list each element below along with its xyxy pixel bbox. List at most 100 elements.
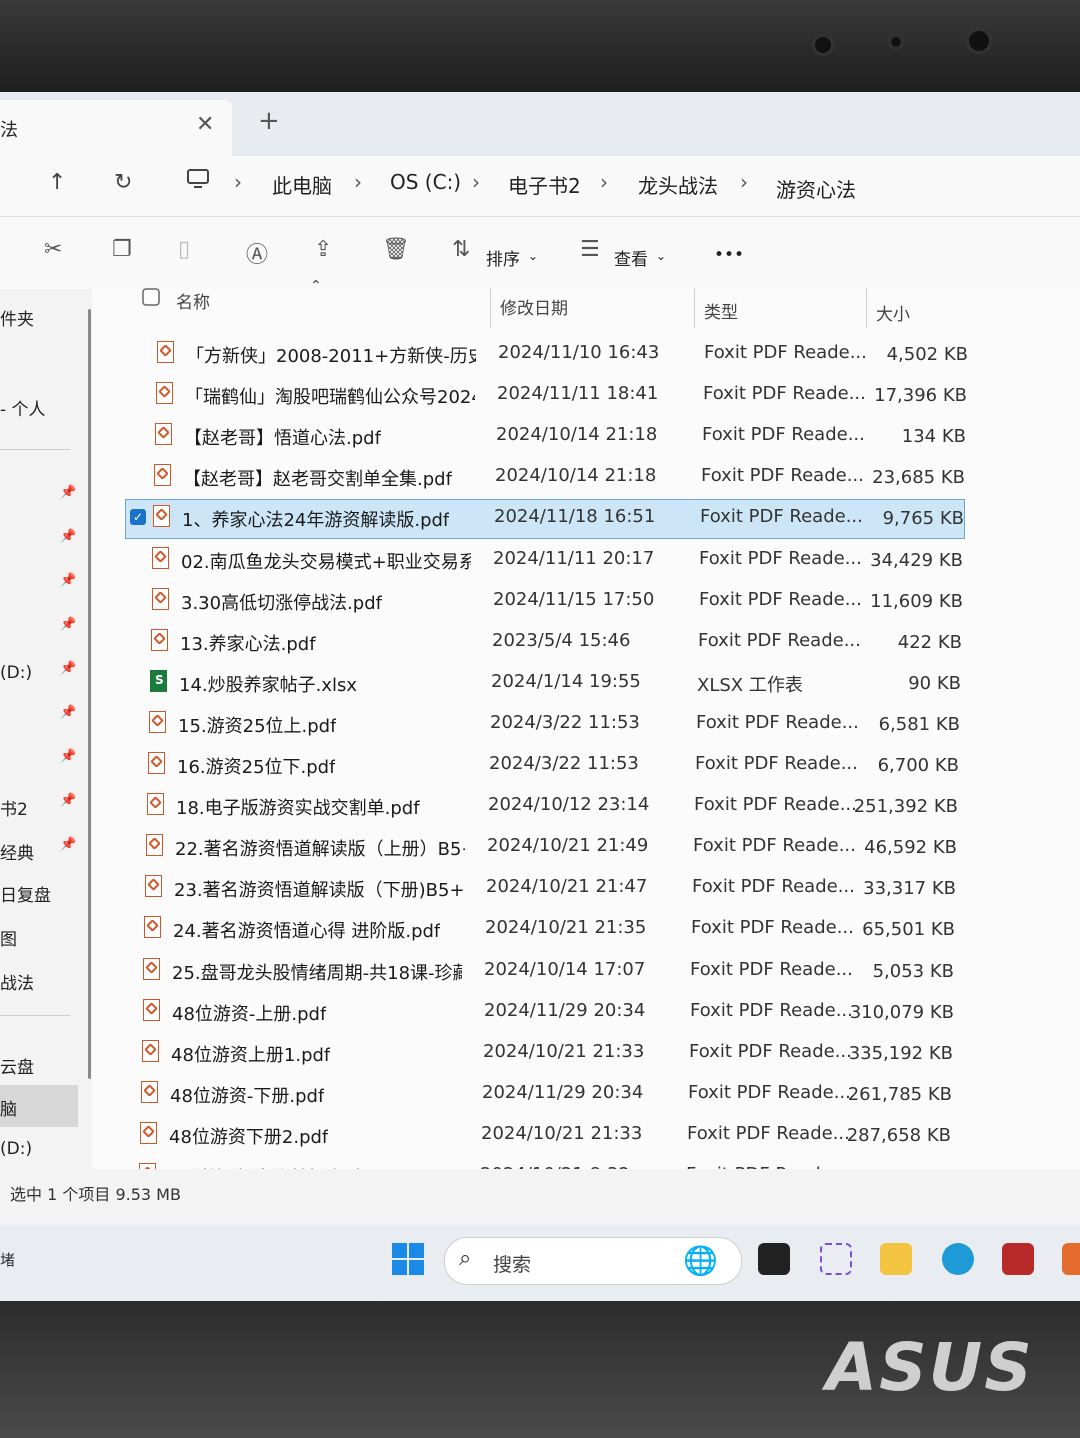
file-row[interactable]: 15.游资25位上.pdf 2024/3/22 11:53 Foxit PDF Re… [0, 706, 1072, 747]
share-icon[interactable]: ⇪ [314, 237, 332, 262]
chevron-right-icon: › [234, 170, 242, 194]
pdf-file-icon [157, 341, 174, 363]
file-row[interactable]: 02.南瓜鱼龙头交易模式+职业交易系... 2024/11/11 20:17 Fox… [0, 542, 1075, 583]
command-bar: ✂ ❐ ▯ Ⓐ ⇪ 🗑 ⇅ 排序 ⌄ ☰ 查看 ⌄ ••• [0, 216, 1080, 290]
file-name[interactable]: 13.养家心法.pdf [180, 630, 316, 656]
chevron-down-icon: ⌄ [656, 249, 667, 263]
row-checkbox[interactable]: ✓ [130, 509, 146, 526]
file-date: 2024/11/29 20:34 [482, 1081, 644, 1103]
file-name[interactable]: 24.著名游资悟道心得 进阶版.pdf [173, 917, 440, 943]
file-name[interactable]: 1、养家心法24年游资解读版.pdf [182, 506, 449, 532]
file-name[interactable]: 「方新侠」2008-2011+方新侠-历史... [186, 342, 476, 368]
file-name[interactable]: 22.著名游资悟道解读版（上册）B5+... [175, 835, 465, 861]
cut-icon[interactable]: ✂ [44, 237, 62, 262]
file-name[interactable]: 02.南瓜鱼龙头交易模式+职业交易系... [181, 548, 471, 574]
file-size: 23,685 KB [872, 467, 965, 489]
delete-icon[interactable]: 🗑 [382, 237, 410, 262]
file-name[interactable]: 【赵老哥】悟道心法.pdf [184, 424, 381, 450]
file-row[interactable]: 【赵老哥】悟道心法.pdf 2024/10/14 21:18 Foxit PDF R… [0, 418, 1078, 459]
breadcrumb-ebooks[interactable]: 电子书2 [508, 170, 581, 199]
file-name[interactable]: 「瑞鹤仙」淘股吧瑞鹤仙公众号2024... [185, 383, 475, 409]
new-tab-button[interactable]: + [258, 108, 280, 134]
sidebar-item[interactable]: 件夹 [0, 305, 34, 330]
column-header-date[interactable]: 修改日期 [500, 294, 568, 332]
file-row[interactable]: 48位游资上册1.pdf 2024/10/21 21:33 Foxit PDF Re… [0, 1035, 1065, 1076]
sort-icon[interactable]: ⇅ [452, 237, 470, 262]
breadcrumb-drive-c[interactable]: OS (C:) [390, 170, 461, 194]
breadcrumb-this-pc[interactable]: 此电脑 [272, 170, 332, 199]
file-date: 2024/11/11 20:17 [493, 547, 655, 569]
file-type: Foxit PDF Reade... [694, 794, 857, 816]
file-name[interactable]: 48位游资-上册.pdf [172, 1000, 326, 1026]
app-icon[interactable] [1062, 1243, 1080, 1275]
more-options-button[interactable]: ••• [714, 245, 744, 265]
file-row[interactable]: 25.盘哥龙头股情绪周期-共18课-珍藏... 2024/10/14 17:07 F… [0, 953, 1066, 994]
chevron-right-icon: › [472, 170, 480, 194]
search-icon: ⌕ [459, 1246, 472, 1271]
file-row[interactable]: 【赵老哥】赵老哥交割单全集.pdf 2024/10/14 21:18 Foxit P… [0, 459, 1077, 500]
close-icon[interactable]: ✕ [196, 112, 214, 137]
file-type: Foxit PDF Reade... [692, 876, 855, 898]
file-row[interactable]: 16.游资25位下.pdf 2024/3/22 11:53 Foxit PDF Re… [0, 747, 1071, 788]
column-divider[interactable] [866, 288, 867, 328]
file-row[interactable]: ✓ 1、养家心法24年游资解读版.pdf 2024/11/18 16:51 Foxit… [0, 499, 1076, 541]
file-name[interactable]: 48位游资上册1.pdf [171, 1041, 330, 1067]
breadcrumb-current[interactable]: 游资心法 [776, 174, 856, 203]
file-row[interactable]: 13.养家心法.pdf 2023/5/4 15:46 Foxit PDF Reade… [0, 624, 1074, 665]
copy-icon[interactable]: ❐ [112, 237, 132, 262]
file-row[interactable]: 48位游资下册2.pdf 2024/10/21 21:33 Foxit PDF Re… [0, 1117, 1063, 1158]
chevron-down-icon: ⌄ [528, 249, 539, 263]
pdf-file-icon [143, 998, 160, 1021]
paste-icon[interactable]: ▯ [178, 237, 190, 262]
file-name[interactable]: 16.游资25位下.pdf [177, 753, 335, 779]
file-name[interactable]: 【赵老哥】赵老哥交割单全集.pdf [183, 465, 452, 491]
snipping-tool-icon[interactable] [820, 1243, 852, 1275]
file-name[interactable]: 25.盘哥龙头股情绪周期-共18课-珍藏... [172, 959, 462, 985]
file-type: Foxit PDF Reade... [699, 588, 862, 610]
app-icon[interactable] [1002, 1243, 1034, 1275]
column-header-type[interactable]: 类型 [704, 298, 738, 336]
edge-browser-icon[interactable] [942, 1243, 974, 1275]
breadcrumb-dragon-tactics[interactable]: 龙头战法 [638, 170, 718, 199]
file-row[interactable]: 「瑞鹤仙」淘股吧瑞鹤仙公众号2024... 2024/11/11 18:41 Fox… [0, 377, 1079, 418]
file-explorer-icon[interactable] [880, 1243, 912, 1275]
file-name[interactable]: 18.电子版游资实战交割单.pdf [176, 794, 420, 820]
file-name[interactable]: 23.著名游资悟道解读版（下册)B5+8.... [174, 876, 464, 902]
file-row[interactable]: 23.著名游资悟道解读版（下册)B5+8.... 2024/10/21 21:47… [0, 870, 1068, 911]
refresh-icon[interactable]: ↻ [114, 170, 132, 195]
file-name[interactable]: 48位游资下册2.pdf [169, 1123, 328, 1149]
rename-icon[interactable]: Ⓐ [246, 237, 268, 269]
file-row[interactable]: 48位游资-下册.pdf 2024/11/29 20:34 Foxit PDF Re… [0, 1076, 1064, 1117]
file-name[interactable]: 48位游资-下册.pdf [170, 1082, 324, 1108]
select-all-checkbox[interactable] [142, 288, 160, 326]
file-row[interactable]: 48位游资-上册.pdf 2024/11/29 20:34 Foxit PDF Re… [0, 994, 1066, 1035]
tab-current[interactable]: 法 ✕ [0, 100, 232, 156]
file-size: 34,429 KB [870, 549, 963, 571]
file-type: Foxit PDF Reade... [689, 1040, 852, 1062]
column-divider[interactable] [490, 288, 491, 328]
file-name[interactable]: 3.30高低切涨停战法.pdf [181, 589, 382, 615]
file-row[interactable]: 3.30高低切涨停战法.pdf 2024/11/15 17:50 Foxit PDF… [0, 583, 1075, 624]
file-name[interactable]: 14.炒股养家帖子.xlsx [179, 671, 357, 697]
file-row[interactable]: 24.著名游资悟道心得 进阶版.pdf 2024/10/21 21:35 Foxit… [0, 911, 1067, 952]
file-name[interactable]: 15.游资25位上.pdf [178, 712, 336, 738]
file-type: Foxit PDF Reade... [702, 424, 865, 446]
file-size: 310,079 KB [849, 1001, 954, 1023]
windows-start-icon[interactable] [392, 1243, 424, 1275]
taskbar-search-box[interactable]: ⌕ 搜索 🌐 [444, 1237, 742, 1285]
up-arrow-icon[interactable]: ↑ [48, 170, 66, 195]
column-divider[interactable] [694, 288, 695, 328]
column-header-name[interactable]: 名称 [176, 288, 210, 326]
view-button[interactable]: 查看 [614, 245, 648, 270]
file-row[interactable]: 14.炒股养家帖子.xlsx 2024/1/14 19:55 XLSX 工作表 90 … [0, 665, 1073, 706]
file-row[interactable]: 18.电子版游资实战交割单.pdf 2024/10/12 23:14 Foxit P… [0, 788, 1070, 829]
file-size: 422 KB [897, 631, 962, 653]
task-view-icon[interactable] [758, 1243, 790, 1275]
file-row[interactable]: 22.著名游资悟道解读版（上册）B5+... 2024/10/21 21:49 Fo… [0, 829, 1069, 870]
column-header-size[interactable]: 大小 [876, 300, 910, 338]
sort-button[interactable]: 排序 [486, 245, 520, 270]
file-row[interactable]: 「方新侠」2008-2011+方新侠-历史... 2024/11/10 16:43… [0, 336, 1080, 377]
file-size: 4,502 KB [886, 344, 968, 365]
view-icon[interactable]: ☰ [580, 237, 600, 262]
computer-icon[interactable] [186, 168, 210, 196]
